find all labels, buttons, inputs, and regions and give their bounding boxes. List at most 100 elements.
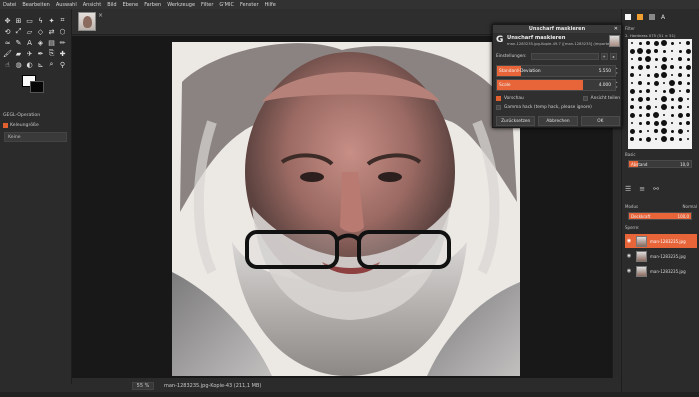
brush-preset[interactable] [636,55,644,63]
pencil-icon[interactable]: ✏ [57,37,68,48]
brush-preset[interactable] [660,87,668,95]
close-icon[interactable]: ✕ [614,25,618,33]
menu-item[interactable]: Hilfe [265,2,276,8]
brush-preset[interactable] [652,63,660,71]
brush-preset[interactable] [628,111,636,119]
pattern-icon[interactable] [637,14,643,20]
menu-item[interactable]: Bearbeiten [22,2,49,8]
brush-preset[interactable] [628,63,636,71]
brush-preset[interactable] [660,135,668,143]
brush-preset[interactable] [636,47,644,55]
brush-preset[interactable] [668,71,676,79]
brush-preset[interactable] [660,103,668,111]
brush-preset[interactable] [628,103,636,111]
brush-preset[interactable] [684,95,692,103]
brush-preset[interactable] [676,111,684,119]
dodge-icon[interactable]: ◐ [24,59,35,70]
brush-preset[interactable] [652,103,660,111]
clone-icon[interactable]: ⎘ [46,48,57,59]
gradient-icon[interactable]: ▤ [46,37,57,48]
brush-preset[interactable] [676,79,684,87]
brush-preset[interactable] [676,47,684,55]
brush-preset[interactable] [660,95,668,103]
opacity-slider[interactable]: Deckkraft 100,0 [628,212,692,220]
visibility-icon[interactable]: ◉ [625,253,633,259]
std-deviation-slider[interactable]: Standard-Deviation 5.550 ▴ ▾ [496,65,618,77]
brush-preset[interactable] [676,119,684,127]
menu-item[interactable]: Ansicht [83,2,101,8]
brush-preset[interactable] [684,79,692,87]
brush-preset[interactable] [668,87,676,95]
brush-preset[interactable] [628,95,636,103]
checkbox-icon[interactable] [3,122,8,128]
brush-icon[interactable]: 🖌 [2,48,13,59]
brush-preset[interactable] [636,71,644,79]
magic-wand-icon[interactable]: ✦ [46,15,57,26]
layer-mode-row[interactable]: Modus Normal [625,204,697,209]
menu-item[interactable]: Ebene [123,2,139,8]
scale-slider[interactable]: Scale 4.000 ▴ ▾ [496,79,618,91]
brush-preset[interactable] [668,103,676,111]
brush-preset[interactable] [652,79,660,87]
layer-row[interactable]: ◉ man-1283235.jpg [625,234,697,248]
rect-select-icon[interactable]: ▭ [24,15,35,26]
brush-preset[interactable] [628,39,636,47]
brush-preset[interactable] [628,55,636,63]
text-icon[interactable]: A [24,37,35,48]
brush-preset[interactable] [660,39,668,47]
brush-preset[interactable] [628,87,636,95]
spinner-icon[interactable]: ▴ ▾ [616,80,620,90]
scale-icon[interactable]: ⤢ [13,26,24,37]
brush-preset[interactable] [676,63,684,71]
tool-options-row[interactable]: Keleungröße [0,121,71,129]
preview-checkbox[interactable] [496,96,501,101]
brush-preset[interactable] [684,39,692,47]
menu-item[interactable]: G'MIC [219,2,234,8]
brush-preset[interactable] [668,55,676,63]
background-color[interactable] [30,81,44,93]
brush-preset[interactable] [668,127,676,135]
brush-preset[interactable] [628,119,636,127]
brush-preset[interactable] [668,39,676,47]
brush-preset[interactable] [676,127,684,135]
spinner-icon[interactable]: ▴ ▾ [616,66,620,76]
brush-preset[interactable] [684,135,692,143]
layer-row[interactable]: ◉ man-1283235.jpg [625,264,697,278]
layer-row[interactable]: ◉ man-1283235.jpg [625,249,697,263]
photo-canvas[interactable] [172,42,520,376]
brush-preset[interactable] [628,79,636,87]
brush-preset[interactable] [644,63,652,71]
brush-preset[interactable] [652,71,660,79]
ok-button[interactable]: OK [580,116,620,126]
brush-preset[interactable] [644,103,652,111]
bucket-fill-icon[interactable]: ◈ [35,37,46,48]
brush-preset[interactable] [668,47,676,55]
visibility-icon[interactable]: ◉ [625,268,633,274]
fg-swatch-icon[interactable] [625,14,631,20]
dialog-titlebar[interactable]: Unscharf maskieren ✕ [493,25,621,33]
brush-preset[interactable] [676,135,684,143]
brush-preset[interactable] [652,95,660,103]
ink-icon[interactable]: ✒ [35,48,46,59]
zoom-select[interactable]: 55 % [132,382,154,390]
brush-preset[interactable] [676,71,684,79]
rotate-icon[interactable]: ⟲ [2,26,13,37]
menu-item[interactable]: Auswahl [56,2,77,8]
brush-preset[interactable] [636,95,644,103]
split-view-row[interactable]: Ansicht teilen [582,96,620,101]
brush-preset[interactable] [652,119,660,127]
heal-icon[interactable]: ✚ [57,48,68,59]
add-preset-icon[interactable]: + [600,52,608,60]
measure-icon[interactable]: ⊾ [35,59,46,70]
menu-item[interactable]: Farben [144,2,161,8]
brush-preset[interactable] [636,87,644,95]
brush-preset[interactable] [668,79,676,87]
brush-preset[interactable] [684,63,692,71]
brush-preset[interactable] [652,111,660,119]
brush-preset[interactable] [660,111,668,119]
brush-preset[interactable] [684,127,692,135]
flip-icon[interactable]: ⇄ [46,26,57,37]
airbrush-icon[interactable]: ✈ [24,48,35,59]
brush-preset[interactable] [628,71,636,79]
brush-preset[interactable] [636,135,644,143]
